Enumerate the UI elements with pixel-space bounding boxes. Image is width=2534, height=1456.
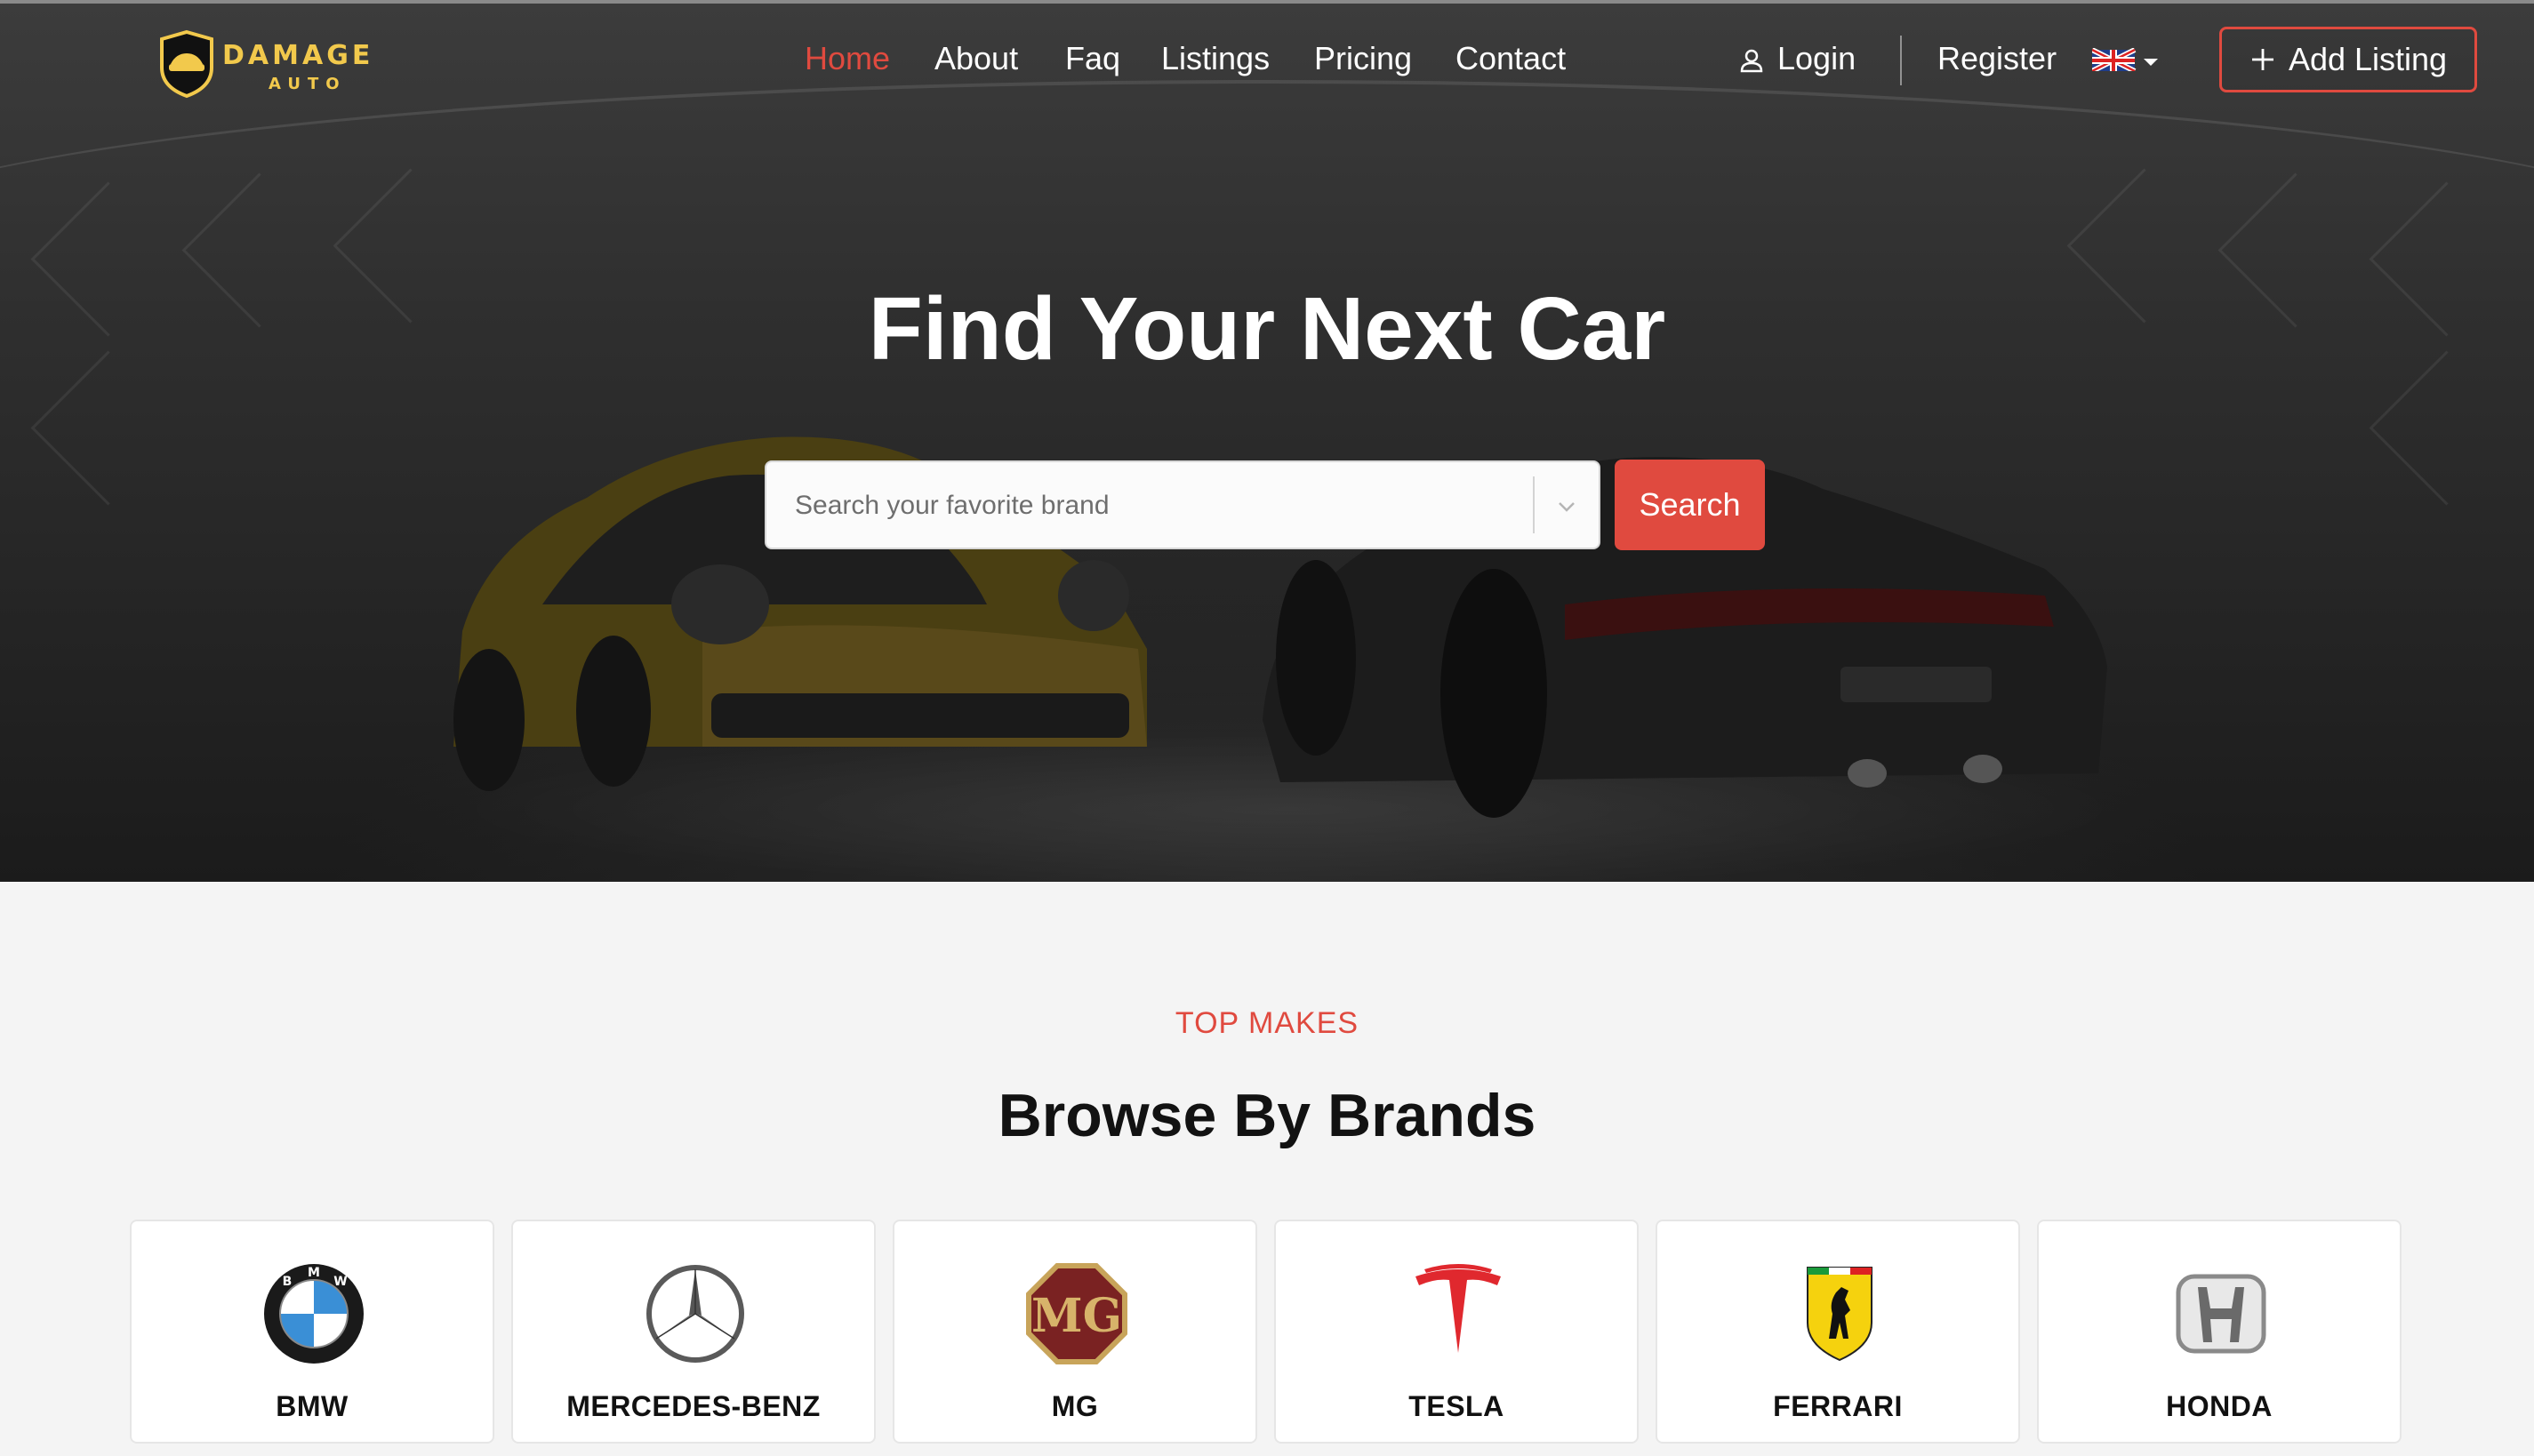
- brand-name: TESLA: [1408, 1390, 1504, 1422]
- hero-title: Find Your Next Car: [868, 279, 1666, 379]
- brand-name: HONDA: [2166, 1390, 2273, 1422]
- select-divider: [1533, 476, 1535, 533]
- nav-listings[interactable]: Listings: [1161, 36, 1270, 82]
- damage-auto-logo[interactable]: DAMAGE AUTO: [156, 27, 397, 100]
- section-title: Browse By Brands: [998, 1082, 1536, 1149]
- chevron-down-icon[interactable]: [1552, 492, 1581, 521]
- brand-card-bmw[interactable]: M B W BMW: [130, 1220, 494, 1444]
- header-divider: [1900, 36, 1902, 85]
- nav-faq[interactable]: Faq: [1065, 36, 1120, 82]
- svg-text:W: W: [333, 1275, 347, 1289]
- brand-search-select[interactable]: [765, 460, 1600, 549]
- honda-logo-icon: [2176, 1274, 2266, 1354]
- svg-text:MG: MG: [1031, 1289, 1122, 1343]
- brand-name: BMW: [276, 1390, 349, 1422]
- tesla-logo-icon: [1415, 1264, 1501, 1353]
- brand-name: MG: [1051, 1390, 1099, 1422]
- svg-text:B: B: [283, 1275, 293, 1289]
- top-border: [0, 0, 2534, 4]
- brand-card-honda[interactable]: HONDA: [2037, 1220, 2402, 1444]
- login-label: Login: [1777, 40, 1856, 76]
- nav-about[interactable]: About: [934, 36, 1018, 82]
- nav-home[interactable]: Home: [805, 36, 890, 82]
- brand-search-input[interactable]: [793, 462, 1526, 549]
- brand-card-tesla[interactable]: TESLA: [1274, 1220, 1639, 1444]
- bmw-logo-icon: M B W: [264, 1264, 364, 1364]
- ferrari-logo-icon: [1807, 1267, 1872, 1362]
- svg-text:M: M: [308, 1266, 320, 1280]
- mercedes-logo-icon: [646, 1265, 744, 1363]
- nav-contact[interactable]: Contact: [1455, 36, 1566, 82]
- uk-flag-icon[interactable]: [2092, 48, 2160, 71]
- add-listing-button[interactable]: Add Listing: [2219, 27, 2477, 92]
- nav-pricing[interactable]: Pricing: [1314, 36, 1412, 82]
- brand-card-mercedes-benz[interactable]: MERCEDES-BENZ: [511, 1220, 876, 1444]
- user-icon: [1740, 50, 1763, 73]
- login-link[interactable]: Login: [1738, 36, 1856, 82]
- brand-name: FERRARI: [1773, 1390, 1903, 1422]
- hero-section: [0, 0, 2534, 882]
- section-eyebrow: TOP MAKES: [1175, 1006, 1359, 1040]
- chevron-down-icon: [2144, 59, 2158, 66]
- brand-card-ferrari[interactable]: FERRARI: [1656, 1220, 2020, 1444]
- brand-card-mg[interactable]: MG MG: [893, 1220, 1257, 1444]
- plus-icon: [2251, 49, 2273, 70]
- brand-name: MERCEDES-BENZ: [566, 1390, 821, 1422]
- search-button[interactable]: Search: [1615, 460, 1765, 550]
- register-link[interactable]: Register: [1937, 36, 2057, 82]
- add-listing-label: Add Listing: [2288, 41, 2448, 77]
- svg-text:AUTO: AUTO: [269, 75, 347, 93]
- svg-text:DAMAGE: DAMAGE: [222, 40, 373, 71]
- mg-logo-icon: MG: [1026, 1263, 1127, 1364]
